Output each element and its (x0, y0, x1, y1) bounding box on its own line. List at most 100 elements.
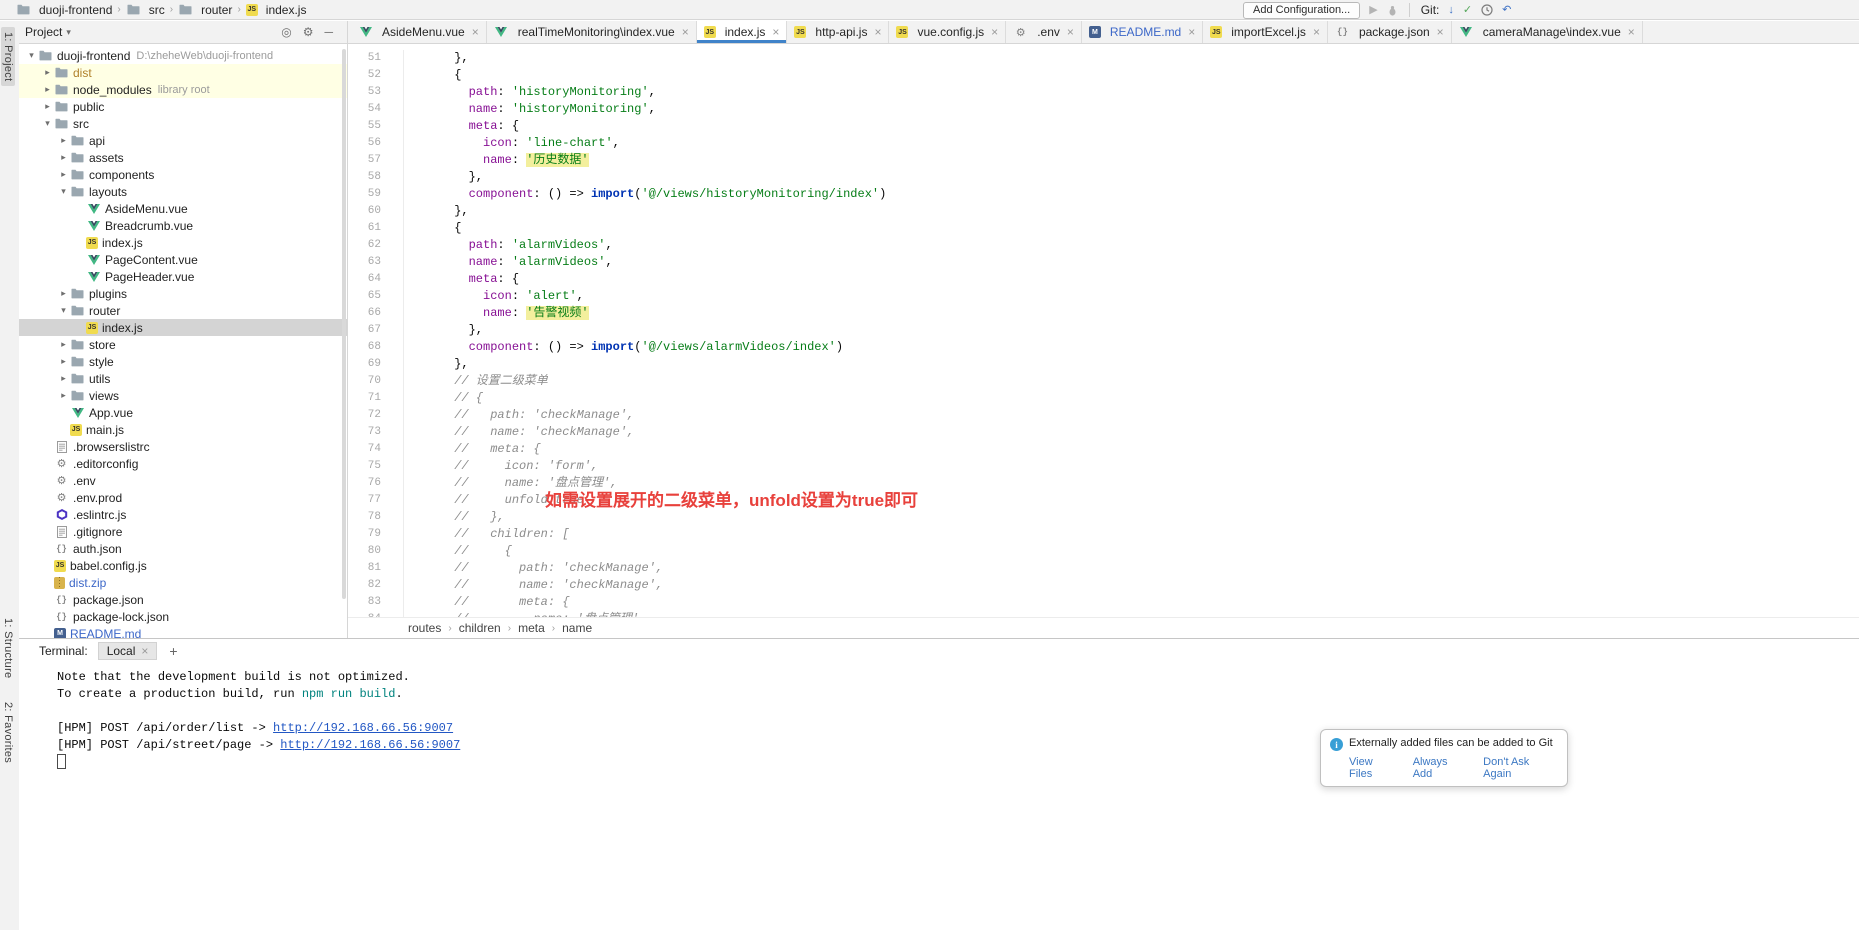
terminal-tab-local[interactable]: Local × (98, 642, 158, 660)
tree-item-router[interactable]: ▾router (19, 302, 347, 319)
close-icon[interactable]: × (1628, 25, 1635, 39)
tree-item-eslintrc-js[interactable]: .eslintrc.js (19, 506, 347, 523)
tree-item-dist-zip[interactable]: dist.zip (19, 574, 347, 591)
locate-file-icon[interactable]: ◎ (281, 25, 291, 39)
notification-action-don-t-ask-again[interactable]: Don't Ask Again (1483, 756, 1558, 780)
toolwindow-favorites-button[interactable]: 2: Favorites (1, 697, 15, 768)
editor-breadcrumb-item-children[interactable]: children (459, 621, 501, 635)
expand-arrow-icon[interactable]: ▸ (57, 390, 70, 401)
collapse-arrow-icon[interactable]: ▾ (25, 50, 38, 61)
tree-item-index-js[interactable]: JSindex.js (19, 234, 347, 251)
tree-item-auth-json[interactable]: {}auth.json (19, 540, 347, 557)
expand-arrow-icon[interactable]: ▸ (41, 67, 54, 78)
debug-icon[interactable] (1387, 5, 1398, 16)
breadcrumb-item-src[interactable]: src (124, 3, 167, 17)
tree-item-components[interactable]: ▸components (19, 166, 347, 183)
tree-item-babel-config-js[interactable]: JSbabel.config.js (19, 557, 347, 574)
expand-arrow-icon[interactable]: ▸ (57, 169, 70, 180)
tree-item-style[interactable]: ▸style (19, 353, 347, 370)
tree-item-layouts[interactable]: ▾layouts (19, 183, 347, 200)
expand-arrow-icon[interactable]: ▸ (41, 101, 54, 112)
git-commit-icon[interactable]: ✓ (1463, 5, 1472, 16)
close-icon[interactable]: × (472, 25, 479, 39)
close-icon[interactable]: × (1188, 25, 1195, 39)
editor-tab-importexcel-js[interactable]: JSimportExcel.js× (1203, 21, 1328, 43)
collapse-arrow-icon[interactable]: ▾ (57, 186, 70, 197)
toolwindow-structure-button[interactable]: 1: Structure (1, 613, 15, 683)
tree-item-main-js[interactable]: JSmain.js (19, 421, 347, 438)
editor-tab-index-js[interactable]: JSindex.js× (697, 21, 788, 43)
expand-arrow-icon[interactable]: ▸ (57, 356, 70, 367)
tree-item-dist[interactable]: ▸dist (19, 64, 347, 81)
tree-item-utils[interactable]: ▸utils (19, 370, 347, 387)
expand-arrow-icon[interactable]: ▸ (57, 135, 70, 146)
rollback-icon[interactable]: ↶ (1502, 5, 1511, 16)
tree-item-gitignore[interactable]: .gitignore (19, 523, 347, 540)
collapse-arrow-icon[interactable]: ▾ (57, 305, 70, 316)
tree-item-package-json[interactable]: {}package.json (19, 591, 347, 608)
close-icon[interactable]: × (991, 25, 998, 39)
tree-item-src[interactable]: ▾src (19, 115, 347, 132)
editor-tab-asidemenu-vue[interactable]: AsideMenu.vue× (351, 21, 487, 43)
terminal-output[interactable]: Note that the development build is not o… (19, 669, 1859, 930)
terminal-link[interactable]: http://192.168.66.56:9007 (280, 738, 460, 752)
tree-item-duoji-frontend[interactable]: ▾duoji-frontendD:\zheheWeb\duoji-fronten… (19, 47, 347, 64)
expand-arrow-icon[interactable]: ▸ (41, 84, 54, 95)
add-configuration-button[interactable]: Add Configuration... (1243, 2, 1360, 19)
editor-tab-env[interactable]: ⚙.env× (1006, 21, 1082, 43)
editor-tab-vue-config-js[interactable]: JSvue.config.js× (889, 21, 1006, 43)
history-icon[interactable] (1481, 4, 1493, 16)
git-update-icon[interactable]: ↓ (1448, 5, 1454, 16)
close-icon[interactable]: × (1437, 25, 1444, 39)
breadcrumb-item-index-js[interactable]: JSindex.js (244, 3, 309, 17)
close-icon[interactable]: × (141, 644, 148, 658)
toolwindow-project-button[interactable]: 1: Project (1, 27, 15, 86)
gear-icon[interactable]: ⚙ (303, 25, 314, 39)
tree-item-asidemenu-vue[interactable]: AsideMenu.vue (19, 200, 347, 217)
tree-item-app-vue[interactable]: App.vue (19, 404, 347, 421)
expand-arrow-icon[interactable]: ▸ (57, 373, 70, 384)
close-icon[interactable]: × (874, 25, 881, 39)
tree-item-assets[interactable]: ▸assets (19, 149, 347, 166)
notification-action-always-add[interactable]: Always Add (1413, 756, 1468, 780)
editor-breadcrumb-item-routes[interactable]: routes (408, 621, 441, 635)
tree-item-pageheader-vue[interactable]: PageHeader.vue (19, 268, 347, 285)
tree-item-store[interactable]: ▸store (19, 336, 347, 353)
close-icon[interactable]: × (682, 25, 689, 39)
expand-arrow-icon[interactable]: ▸ (57, 152, 70, 163)
breadcrumb-item-router[interactable]: router (176, 3, 234, 17)
notification-action-view-files[interactable]: View Files (1349, 756, 1398, 780)
new-terminal-button[interactable]: + (169, 643, 177, 659)
expand-arrow-icon[interactable]: ▸ (57, 339, 70, 350)
collapse-arrow-icon[interactable]: ▾ (41, 118, 54, 129)
editor-tab-http-api-js[interactable]: JShttp-api.js× (787, 21, 889, 43)
expand-arrow-icon[interactable]: ▸ (57, 288, 70, 299)
hide-panel-icon[interactable]: ─ (324, 25, 333, 39)
editor-tab-cameramanage-index-vue[interactable]: cameraManage\index.vue× (1452, 21, 1643, 43)
editor-tab-readme-md[interactable]: MREADME.md× (1082, 21, 1203, 43)
tree-item-node-modules[interactable]: ▸node_moduleslibrary root (19, 81, 347, 98)
close-icon[interactable]: × (1067, 25, 1074, 39)
tree-item-readme-md[interactable]: MREADME.md (19, 625, 347, 638)
tree-item-package-lock-json[interactable]: {}package-lock.json (19, 608, 347, 625)
editor-tab-realtimemonitoring-index-vue[interactable]: realTimeMonitoring\index.vue× (487, 21, 697, 43)
tree-item-plugins[interactable]: ▸plugins (19, 285, 347, 302)
tree-item-public[interactable]: ▸public (19, 98, 347, 115)
tree-item-views[interactable]: ▸views (19, 387, 347, 404)
tree-item-breadcrumb-vue[interactable]: Breadcrumb.vue (19, 217, 347, 234)
tree-item-api[interactable]: ▸api (19, 132, 347, 149)
tree-item-editorconfig[interactable]: ⚙.editorconfig (19, 455, 347, 472)
run-icon[interactable]: ▶ (1369, 5, 1377, 16)
editor-breadcrumb-item-name[interactable]: name (562, 621, 592, 635)
breadcrumb-item-duoji-frontend[interactable]: duoji-frontend (14, 3, 114, 17)
tree-item-index-js[interactable]: JSindex.js (19, 319, 347, 336)
tree-item-env[interactable]: ⚙.env (19, 472, 347, 489)
tree-item-browserslistrc[interactable]: .browserslistrc (19, 438, 347, 455)
editor-breadcrumb-item-meta[interactable]: meta (518, 621, 545, 635)
tree-item-env-prod[interactable]: ⚙.env.prod (19, 489, 347, 506)
close-icon[interactable]: × (772, 25, 779, 39)
terminal-link[interactable]: http://192.168.66.56:9007 (273, 721, 453, 735)
close-icon[interactable]: × (1313, 25, 1320, 39)
project-tree-scrollbar[interactable] (342, 49, 346, 599)
tree-item-pagecontent-vue[interactable]: PageContent.vue (19, 251, 347, 268)
